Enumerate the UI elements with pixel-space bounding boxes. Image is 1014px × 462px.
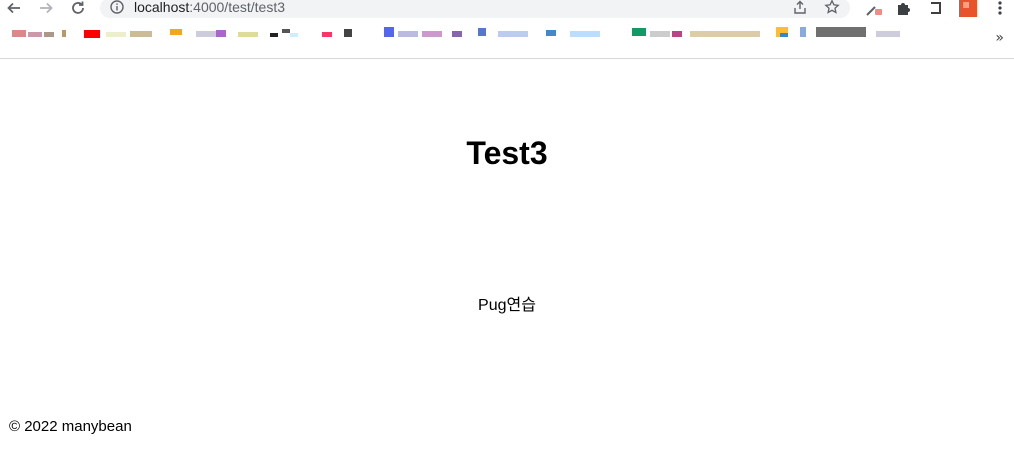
bookmarks-overflow-button[interactable]: » (995, 30, 1004, 46)
sidepanel-icon[interactable] (926, 0, 946, 18)
forward-button[interactable] (36, 0, 56, 17)
info-icon[interactable] (110, 0, 124, 14)
menu-kebab-icon[interactable] (990, 0, 1010, 18)
url-path: :4000/test/test3 (189, 0, 285, 15)
bookmarks-favicons[interactable] (0, 24, 910, 44)
browser-chrome: localhost:4000/test/test3 » (0, 0, 1014, 59)
address-bar[interactable]: localhost:4000/test/test3 (100, 0, 850, 18)
url-text[interactable]: localhost:4000/test/test3 (134, 0, 285, 15)
bookmark-star-icon[interactable] (824, 0, 840, 15)
url-host: localhost (134, 0, 190, 15)
profile-avatar-icon[interactable] (958, 0, 978, 18)
page-title: Test3 (466, 135, 548, 171)
eyedropper-extension-icon[interactable] (864, 0, 884, 18)
reload-icon (72, 1, 84, 14)
back-button[interactable] (4, 0, 24, 17)
puzzle-extension-icon[interactable] (894, 0, 914, 18)
page-content: Test3 Pug연습 © 2022 manybean (0, 59, 1014, 462)
forward-arrow-icon (40, 2, 53, 14)
page-body-text: Pug연습 (478, 297, 536, 314)
footer-copyright: © 2022 manybean (9, 418, 132, 435)
browser-toolbar: localhost:4000/test/test3 (0, 0, 1014, 18)
back-arrow-icon (7, 2, 20, 14)
bookmarks-bar: » (0, 22, 1014, 46)
share-icon[interactable] (792, 0, 808, 15)
reload-button[interactable] (68, 0, 88, 17)
